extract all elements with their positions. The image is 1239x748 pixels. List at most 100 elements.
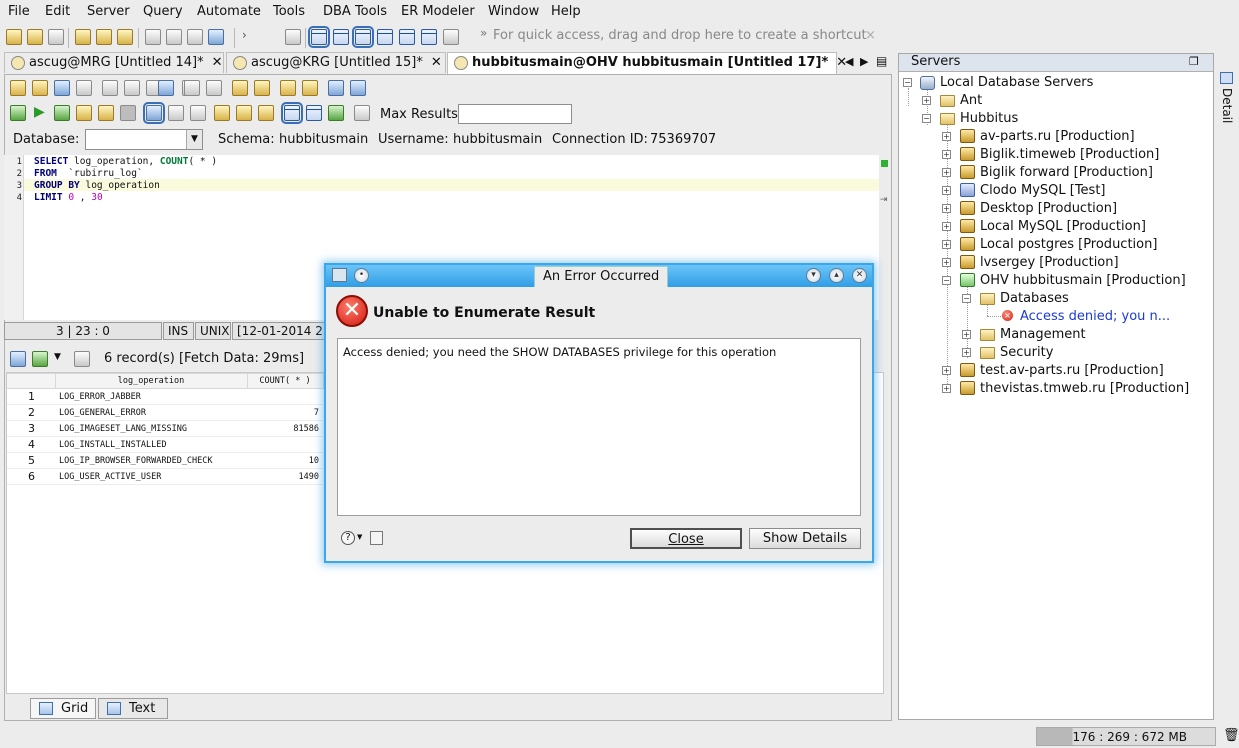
result-print-icon[interactable]	[354, 105, 370, 121]
tree-server-item[interactable]: Biglik.timeweb [Production]	[980, 147, 1159, 162]
tree-group-hubbitus[interactable]: Hubbitus	[960, 111, 1018, 126]
tree-server-item[interactable]: av-parts.ru [Production]	[980, 129, 1135, 144]
tree-toggle[interactable]: +	[962, 330, 971, 339]
copy-icon[interactable]	[370, 531, 383, 545]
menu-automate[interactable]: Automate	[197, 4, 261, 19]
close-icon[interactable]: ✕	[852, 268, 867, 283]
chevron-down-icon[interactable]: ▼	[357, 533, 362, 541]
undo-icon[interactable]	[232, 80, 248, 96]
layout-text-icon[interactable]	[421, 29, 437, 45]
tree-toggle[interactable]: −	[962, 294, 971, 303]
layout-editor-icon[interactable]	[352, 26, 374, 48]
minimize-icon[interactable]: ▾	[806, 268, 821, 283]
editor-icon[interactable]	[145, 29, 161, 45]
database-icon[interactable]	[96, 29, 112, 45]
save-icon[interactable]	[48, 29, 64, 45]
uppercase-icon[interactable]	[328, 80, 344, 96]
table-row[interactable]: 4 LOG_INSTALL_INSTALLED	[7, 436, 323, 453]
execute-all-icon[interactable]	[10, 105, 26, 121]
new-connection-icon[interactable]	[27, 29, 43, 45]
tree-group-ant[interactable]: Ant	[960, 93, 982, 108]
tree-toggle[interactable]: +	[942, 240, 951, 249]
detail-side-tab[interactable]: Detail	[1217, 72, 1237, 123]
open-icon[interactable]	[32, 80, 48, 96]
tree-toggle[interactable]: +	[942, 222, 951, 231]
tree-toggle[interactable]: +	[942, 258, 951, 267]
toolbar-overflow-icon[interactable]: ›	[242, 28, 247, 42]
tab-scroll-left-icon[interactable]: ◀	[845, 55, 853, 68]
lowercase-icon[interactable]	[350, 80, 366, 96]
menu-query[interactable]: Query	[143, 4, 183, 19]
tree-toggle[interactable]: +	[962, 348, 971, 357]
monitor-icon[interactable]	[208, 29, 224, 45]
schema-icon[interactable]	[117, 29, 133, 45]
maximize-icon[interactable]: ▴	[829, 268, 844, 283]
close-icon[interactable]: ✕	[212, 55, 223, 70]
layout-chart-icon[interactable]	[399, 29, 415, 45]
menu-window[interactable]: Window	[488, 4, 539, 19]
redo-icon[interactable]	[254, 80, 270, 96]
tree-toggle[interactable]: +	[922, 96, 931, 105]
cell-log-operation[interactable]: LOG_USER_ACTIVE_USER	[55, 468, 247, 485]
format-sql-icon[interactable]	[158, 80, 174, 96]
menu-er-modeler[interactable]: ER Modeler	[401, 4, 475, 19]
result-form-mode-icon[interactable]	[306, 105, 322, 121]
database-select[interactable]: ▼	[85, 129, 203, 150]
query-builder-icon[interactable]	[166, 29, 182, 45]
history-icon[interactable]	[214, 105, 230, 121]
tree-toggle[interactable]: +	[942, 384, 951, 393]
cell-log-operation[interactable]: LOG_GENERAL_ERROR	[55, 404, 247, 421]
table-row[interactable]: 5 LOG_IP_BROWSER_FORWARDED_CHECK 10	[7, 452, 323, 469]
menu-dba-tools[interactable]: DBA Tools	[323, 4, 387, 19]
chevron-down-icon[interactable]: ▼	[186, 130, 202, 149]
result-export-data-icon[interactable]	[32, 351, 48, 367]
tab-untitled-14[interactable]: ascug@MRG [Untitled 14]* ✕	[4, 52, 224, 73]
tree-server-thevistas[interactable]: thevistas.tmweb.ru [Production]	[980, 381, 1189, 396]
execute-icon[interactable]: ▶	[34, 104, 45, 120]
tab-scroll-right-icon[interactable]: ▶	[860, 55, 868, 68]
close-icon[interactable]: ✕	[431, 55, 442, 70]
tree-toggle[interactable]: +	[942, 204, 951, 213]
tree-toggle[interactable]: +	[942, 366, 951, 375]
error-message-box[interactable]: Access denied; you need the SHOW DATABAS…	[337, 338, 861, 516]
commit-icon[interactable]	[168, 105, 184, 121]
find-icon[interactable]	[184, 80, 200, 96]
server-icon[interactable]	[75, 29, 91, 45]
menu-server[interactable]: Server	[87, 4, 130, 19]
result-refresh-icon[interactable]	[74, 351, 90, 367]
stop-icon[interactable]	[120, 105, 136, 121]
tree-server-item[interactable]: Clodo MySQL [Test]	[980, 183, 1106, 198]
layout-table-icon[interactable]	[377, 29, 393, 45]
tree-server-item[interactable]: Biglik forward [Production]	[980, 165, 1153, 180]
menu-tools[interactable]: Tools	[273, 4, 305, 19]
tree-server-item[interactable]: lvsergey [Production]	[980, 255, 1119, 270]
max-results-input[interactable]	[458, 104, 572, 124]
trash-icon[interactable]	[285, 29, 301, 45]
layout-print-icon[interactable]	[443, 29, 459, 45]
tab-untitled-17[interactable]: hubbitusmain@OHV hubbitusmain [Untitled …	[447, 52, 847, 74]
layout-split-icon[interactable]	[333, 29, 349, 45]
cell-log-operation[interactable]: LOG_ERROR_JABBER	[55, 388, 247, 405]
tree-root-label[interactable]: Local Database Servers	[940, 75, 1093, 90]
table-row[interactable]: 6 LOG_USER_ACTIVE_USER 1490	[7, 468, 323, 485]
show-details-button[interactable]: Show Details	[749, 528, 861, 549]
menu-file[interactable]: File	[8, 4, 30, 19]
tab-text[interactable]: Text	[98, 698, 168, 719]
autocommit-icon[interactable]	[143, 102, 165, 124]
tab-grid[interactable]: Grid	[30, 698, 96, 719]
table-icon[interactable]	[187, 29, 203, 45]
explain-icon[interactable]	[258, 105, 274, 121]
tree-toggle[interactable]: −	[922, 114, 931, 123]
new-file-icon[interactable]	[6, 29, 22, 45]
tree-toggle[interactable]: +	[942, 132, 951, 141]
cut-icon[interactable]	[102, 80, 118, 96]
maximize-panel-icon[interactable]: ❐	[1189, 55, 1199, 68]
tab-untitled-15[interactable]: ascug@KRG [Untitled 15]* ✕	[226, 52, 446, 73]
shortcut-close-icon[interactable]: ×	[865, 28, 876, 43]
tree-server-item[interactable]: Desktop [Production]	[980, 201, 1117, 216]
save-as-icon[interactable]	[76, 80, 92, 96]
cell-count[interactable]: 81586	[247, 420, 323, 437]
cell-count[interactable]: 1490	[247, 468, 323, 485]
bookmark-icon[interactable]	[236, 105, 252, 121]
column-header[interactable]: log_operation	[54, 373, 248, 389]
